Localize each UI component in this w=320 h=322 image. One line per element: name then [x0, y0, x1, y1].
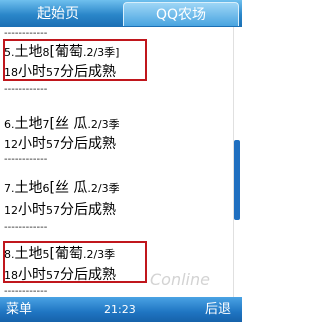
season: .2/3季: [87, 118, 120, 131]
ripen-time: 12小时57分后成熟: [4, 133, 116, 153]
hours: 12: [4, 204, 18, 217]
plot-number: 6: [42, 182, 50, 195]
clock: 21:23: [104, 303, 136, 316]
list-item[interactable]: 5.土地8[葡萄.2/3季]: [4, 41, 119, 61]
item-label: 土地: [14, 246, 43, 262]
item-label: 土地: [14, 116, 43, 132]
hours: 12: [4, 138, 18, 151]
crop-name: [丝 瓜: [49, 180, 88, 196]
crop-name: [葡萄: [49, 246, 83, 262]
ripen-time: 18小时57分后成熟: [4, 61, 116, 81]
minutes-unit: 分后成熟: [60, 267, 116, 283]
minutes: 57: [46, 66, 60, 79]
plot-number: 7: [42, 118, 50, 131]
hours-unit: 小时: [18, 267, 46, 283]
season: .2/3季]: [82, 46, 120, 59]
item-label: 土地: [14, 180, 43, 196]
minutes: 57: [46, 204, 60, 217]
plot-number: 8: [42, 46, 50, 59]
item-number: 7.: [4, 182, 15, 195]
tab-home[interactable]: 起始页: [2, 2, 114, 26]
divider: ------------: [4, 154, 48, 165]
hours-unit: 小时: [18, 136, 46, 152]
hours: 18: [4, 66, 18, 79]
item-number: 6.: [4, 118, 15, 131]
item-number: 5.: [4, 46, 15, 59]
watermark-logo: Conline: [150, 270, 210, 289]
season: .2/3季: [82, 248, 116, 261]
ripen-time: 18小时57分后成熟: [4, 264, 116, 284]
bottom-bar: 菜单 21:23 后退: [0, 297, 242, 322]
list-item[interactable]: 8.土地5[葡萄.2/3季: [4, 243, 115, 263]
minutes-unit: 分后成熟: [60, 64, 116, 80]
hours-unit: 小时: [18, 202, 46, 218]
item-number: 8.: [4, 248, 15, 261]
scrollbar-thumb[interactable]: [234, 140, 240, 220]
divider: ------------: [4, 84, 48, 95]
item-label: 土地: [14, 44, 43, 60]
ripen-time: 12小时57分后成熟: [4, 199, 116, 219]
menu-button[interactable]: 菜单: [6, 297, 32, 322]
minutes-unit: 分后成熟: [60, 136, 116, 152]
season: .2/3季: [87, 182, 120, 195]
plot-number: 5: [42, 248, 50, 261]
back-button[interactable]: 后退: [205, 297, 231, 322]
minutes-unit: 分后成熟: [60, 202, 116, 218]
divider: ------------: [4, 286, 48, 297]
divider: ------------: [4, 222, 48, 233]
farm-list: ------------ 5.土地8[葡萄.2/3季] 18小时57分后成熟 -…: [0, 27, 232, 297]
list-item[interactable]: 7.土地6[丝 瓜.2/3季: [4, 177, 120, 197]
hours: 18: [4, 269, 18, 282]
minutes: 57: [46, 269, 60, 282]
tab-bar: 起始页 QQ农场: [0, 0, 242, 27]
list-item[interactable]: 6.土地7[丝 瓜.2/3季: [4, 113, 120, 133]
divider: ------------: [4, 28, 48, 39]
hours-unit: 小时: [18, 64, 46, 80]
tab-qq-farm[interactable]: QQ农场: [123, 2, 239, 26]
minutes: 57: [46, 138, 60, 151]
crop-name: [丝 瓜: [49, 116, 88, 132]
crop-name: [葡萄: [49, 44, 83, 60]
